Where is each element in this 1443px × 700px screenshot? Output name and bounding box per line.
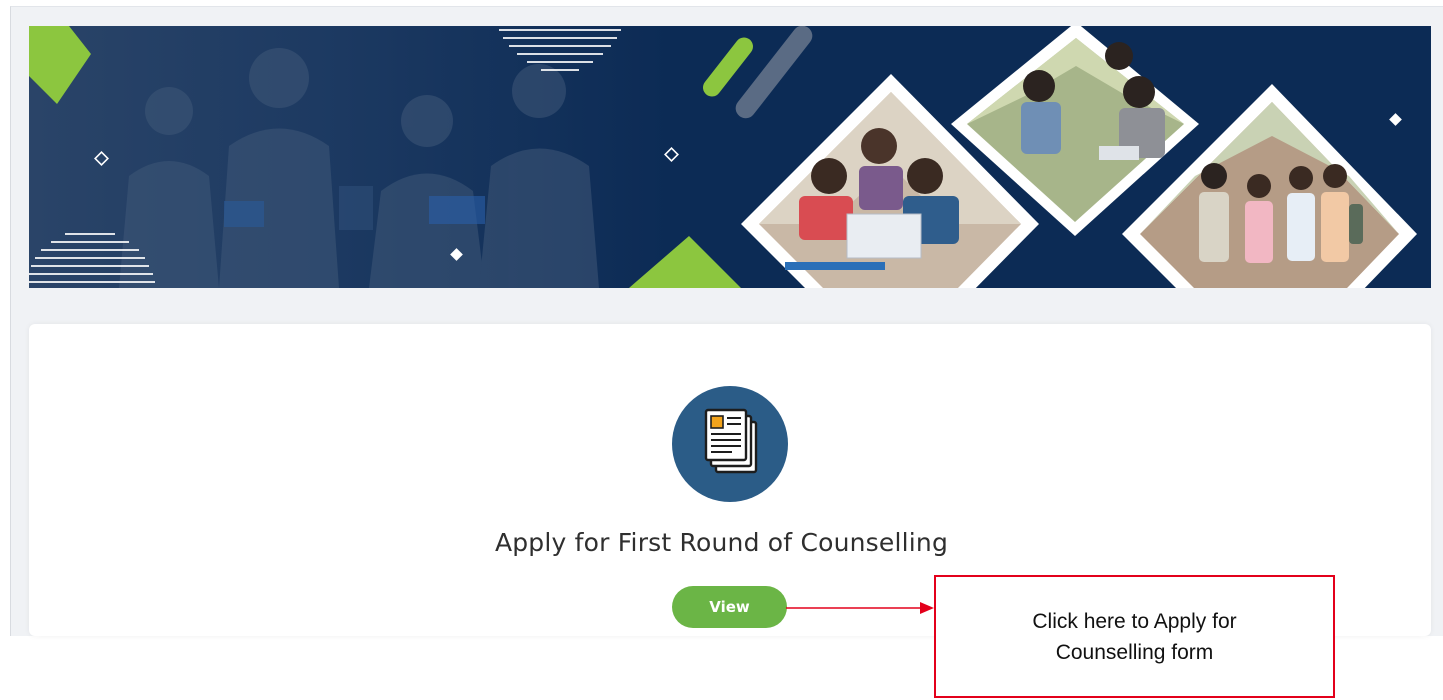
view-button[interactable]: View <box>672 586 787 628</box>
annotation-arrow <box>786 602 934 614</box>
callout-text: Click here to Apply for Counselling form <box>1032 609 1237 664</box>
document-badge[interactable] <box>672 386 788 502</box>
hero-banner <box>29 26 1431 288</box>
card-title: Apply for First Round of Counselling <box>494 528 949 557</box>
annotation-callout: Click here to Apply for Counselling form <box>934 575 1335 698</box>
diamond-filled <box>1389 113 1402 126</box>
document-icon <box>704 408 758 474</box>
